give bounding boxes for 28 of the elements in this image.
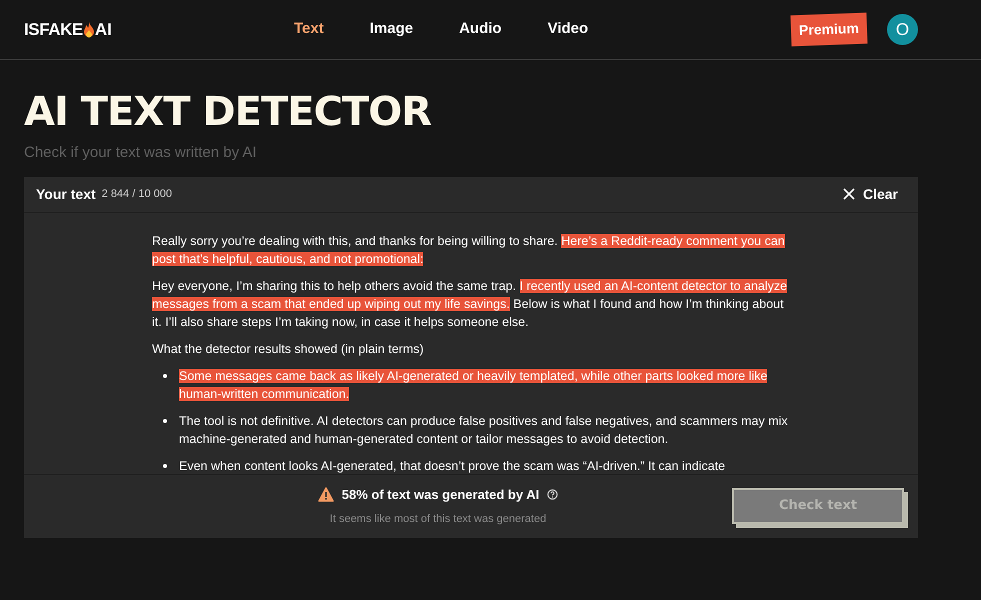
premium-button[interactable]: Premium bbox=[790, 12, 868, 46]
nav-tab[interactable]: Video bbox=[548, 18, 588, 41]
avatar[interactable]: O bbox=[887, 14, 918, 45]
help-icon[interactable] bbox=[547, 489, 558, 500]
panel-label: Your text bbox=[36, 184, 96, 204]
bullet-icon bbox=[163, 374, 167, 378]
bullet-text: Some messages came back as likely AI-generated or heavily templated, while other parts looked more like human-written communication. bbox=[179, 368, 768, 402]
result-note: It seems like most of this text was generated bbox=[330, 512, 546, 526]
bullet-icon bbox=[163, 418, 167, 422]
paragraph: What the detector results showed (in plain terms) bbox=[152, 340, 425, 358]
page-title: AI TEXT DETECTOR bbox=[24, 88, 432, 136]
bullet-text: Even when content looks AI-generated, that doesn’t prove the scam was “AI-driven.” It can indicate bbox=[179, 458, 726, 474]
logo-text[interactable]: ISFAKE bbox=[24, 16, 83, 42]
flame-icon bbox=[82, 22, 95, 38]
nav-tab[interactable]: Audio bbox=[459, 18, 502, 41]
bullet-icon bbox=[163, 464, 167, 468]
logo-text[interactable]: AI bbox=[94, 16, 112, 42]
paragraph: Really sorry you’re dealing with this, and thanks for being willing to share. Here’s a Reddit-ready comment you can post that’s helpful, cautious, and not promotional: bbox=[152, 232, 786, 268]
bullet-text: The tool is not definitive. AI detectors can produce false positives and false negatives, and scammers may mix machine-generated and human-generated content or tailor messages to avoid detection. bbox=[179, 412, 789, 448]
nav-tab[interactable]: Image bbox=[370, 18, 414, 41]
nav-tab[interactable]: Text bbox=[294, 18, 324, 41]
result-text: 58% of text was generated by AI bbox=[342, 486, 540, 504]
close-icon bbox=[842, 188, 855, 200]
warning-icon bbox=[318, 487, 334, 502]
character-count: 2 844 / 10 000 bbox=[102, 186, 172, 202]
page-subtitle: Check if your text was written by AI bbox=[24, 143, 258, 163]
clear-button[interactable]: Clear bbox=[842, 184, 898, 204]
paragraph: Hey everyone, I’m sharing this to help others avoid the same trap. I recently used an AI-content detector to analyze messages from a scam that ended up wiping out my life savings. Below is what I found and how I’m thinking about it. I’ll also share steps I’m taking now, in case it helps someone else. bbox=[152, 278, 788, 330]
